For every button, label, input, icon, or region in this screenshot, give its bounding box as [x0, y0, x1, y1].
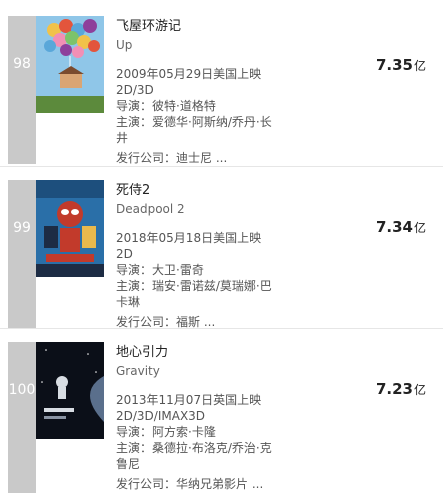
rank-badge: 98 — [8, 16, 36, 164]
movie-title-cn[interactable]: 地心引力 — [116, 344, 278, 362]
box-office-list: 98 飞屋环游记 Up 2009年05月29日美国上映 2D/3D 导演：彼特·… — [0, 0, 443, 493]
movie-title-en: Up — [116, 38, 133, 52]
release-info: 2013年11月07日英国上映 2D/3D/IMAX3D — [116, 393, 262, 423]
box-office-gross: 7.23亿 — [376, 380, 426, 398]
company-label: 发行公司： — [116, 151, 177, 165]
director-link[interactable]: 大卫·雷奇 — [152, 263, 204, 277]
movie-info: 飞屋环游记 Up 2009年05月29日美国上映 2D/3D 导演：彼特·道格特… — [116, 18, 278, 166]
director-label: 导演： — [116, 263, 153, 277]
movie-row[interactable]: 99 死侍2 Deadpool 2 2018年05月18日美国上映 2D 导演：… — [0, 166, 443, 329]
movie-title-en: Gravity — [116, 364, 160, 378]
rank-badge: 100 — [8, 342, 36, 493]
company-label: 发行公司： — [116, 315, 177, 329]
cast-label: 主演： — [116, 441, 153, 455]
movie-poster[interactable] — [36, 342, 104, 439]
gross-unit: 亿 — [413, 59, 426, 73]
company-line: 发行公司：华纳兄弟影片 ... — [116, 476, 278, 492]
cast-label: 主演： — [116, 115, 153, 129]
gross-unit: 亿 — [413, 221, 426, 235]
rank-badge: 99 — [8, 180, 36, 328]
movie-title-cn[interactable]: 死侍2 — [116, 182, 278, 200]
company-line: 发行公司：迪士尼 ... — [116, 150, 278, 166]
movie-info: 死侍2 Deadpool 2 2018年05月18日美国上映 2D 导演：大卫·… — [116, 182, 278, 330]
cast-line: 主演：桑德拉·布洛克/乔治·克鲁尼 — [116, 440, 278, 472]
company-label: 发行公司： — [116, 477, 177, 491]
director-line: 导演：彼特·道格特 — [116, 98, 278, 114]
company-link[interactable]: 福斯 ... — [176, 315, 215, 329]
release-info: 2018年05月18日美国上映 2D — [116, 231, 262, 261]
gross-value: 7.34 — [375, 218, 413, 236]
cast-line: 主演：爱德华·阿斯纳/乔丹·长井 — [116, 114, 278, 146]
director-line: 导演：阿方索·卡隆 — [116, 424, 278, 440]
box-office-gross: 7.34亿 — [376, 218, 426, 236]
director-line: 导演：大卫·雷奇 — [116, 262, 278, 278]
cast-line: 主演：瑞安·雷诺兹/莫瑞娜·巴卡琳 — [116, 278, 278, 310]
movie-row[interactable]: 100 地心引力 Gravity 2013年11月07日英国上映 2D/3D/I… — [0, 328, 443, 493]
movie-info: 地心引力 Gravity 2013年11月07日英国上映 2D/3D/IMAX3… — [116, 344, 278, 492]
movie-title-cn[interactable]: 飞屋环游记 — [116, 18, 278, 36]
cast-label: 主演： — [116, 279, 153, 293]
movie-title-en: Deadpool 2 — [116, 202, 185, 216]
movie-poster[interactable] — [36, 180, 104, 277]
gross-value: 7.23 — [375, 380, 413, 398]
company-link[interactable]: 华纳兄弟影片 ... — [176, 477, 263, 491]
director-link[interactable]: 阿方索·卡隆 — [152, 425, 216, 439]
box-office-gross: 7.35亿 — [376, 56, 426, 74]
release-info: 2009年05月29日美国上映 2D/3D — [116, 67, 262, 97]
company-link[interactable]: 迪士尼 ... — [176, 151, 227, 165]
director-link[interactable]: 彼特·道格特 — [152, 99, 216, 113]
director-label: 导演： — [116, 99, 153, 113]
movie-row[interactable]: 98 飞屋环游记 Up 2009年05月29日美国上映 2D/3D 导演：彼特·… — [0, 0, 443, 167]
gross-value: 7.35 — [375, 56, 413, 74]
director-label: 导演： — [116, 425, 153, 439]
movie-poster[interactable] — [36, 16, 104, 113]
gross-unit: 亿 — [413, 383, 426, 397]
